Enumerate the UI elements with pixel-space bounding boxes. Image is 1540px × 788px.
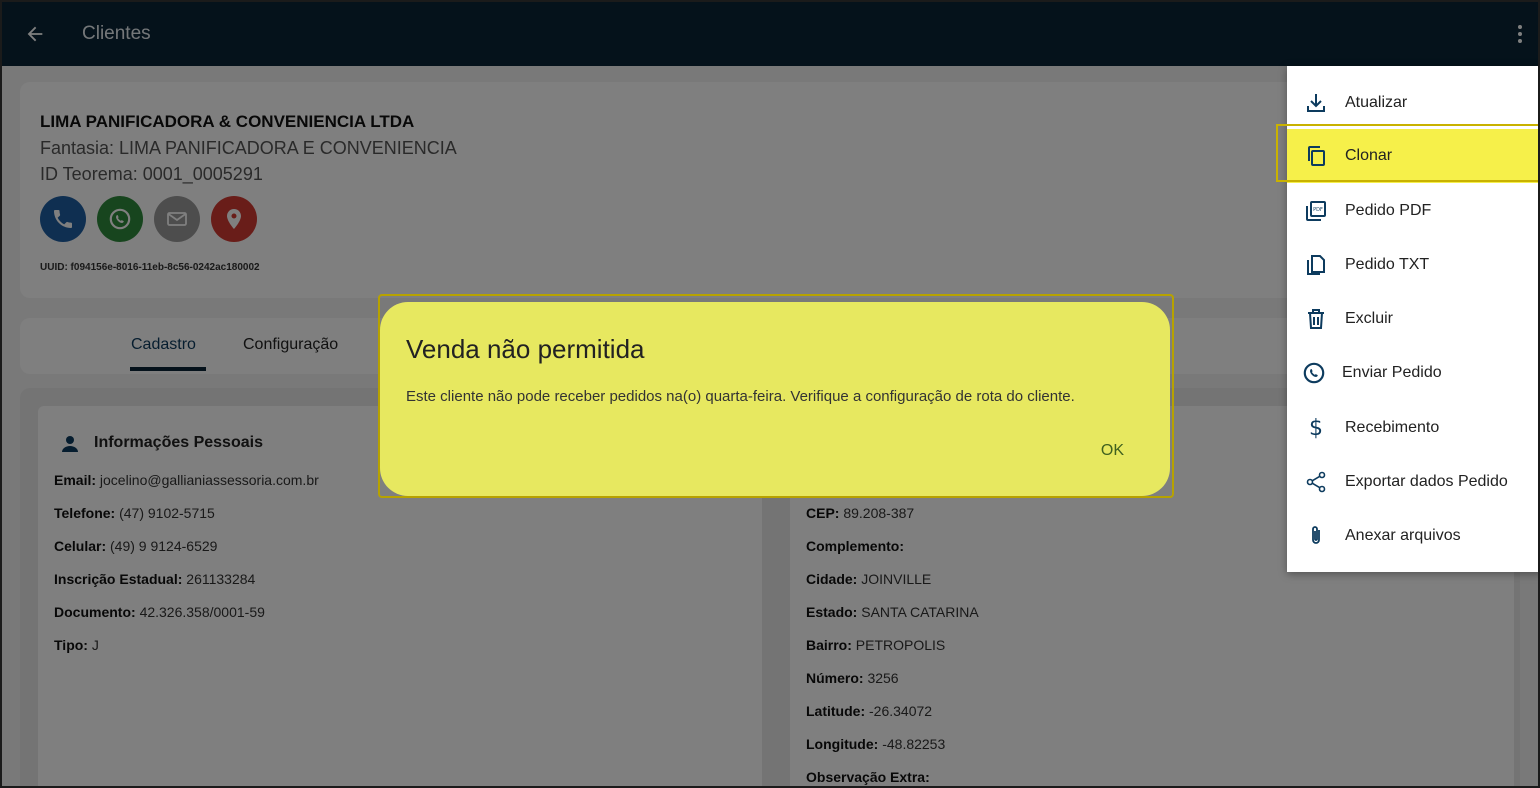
menu-item-label: Exportar dados Pedido <box>1345 473 1508 490</box>
dialog-ok-button[interactable]: OK <box>1101 442 1124 460</box>
menu-item-label: Anexar arquivos <box>1345 527 1461 544</box>
menu-item-label: Pedido PDF <box>1345 202 1432 219</box>
menu-item-label: Excluir <box>1345 310 1394 327</box>
share-icon <box>1306 471 1326 493</box>
menu-item-label: Enviar Pedido <box>1342 364 1442 381</box>
menu-item-exportar-dados[interactable]: Exportar dados Pedido <box>1287 455 1538 509</box>
menu-item-label: Pedido TXT <box>1345 256 1430 273</box>
app-window: Clientes LIMA PANIFICADORA & CONVENIENCI… <box>0 0 1540 788</box>
file-icon <box>1307 255 1325 275</box>
dollar-icon: $ <box>1309 415 1323 441</box>
whatsapp-icon <box>1303 362 1325 384</box>
dialog-message: Este cliente não pode receber pedidos na… <box>406 388 1075 405</box>
menu-item-recebimento[interactable]: $ Recebimento <box>1287 401 1538 455</box>
menu-item-anexar-arquivos[interactable]: Anexar arquivos <box>1287 509 1538 563</box>
menu-item-label: Recebimento <box>1345 419 1440 436</box>
menu-item-enviar-pedido[interactable]: Enviar Pedido <box>1287 346 1538 400</box>
menu-item-label: Atualizar <box>1345 94 1408 111</box>
menu-item-excluir[interactable]: Excluir <box>1287 292 1538 346</box>
download-icon <box>1307 94 1325 112</box>
svg-text:PDF: PDF <box>1313 207 1323 213</box>
menu-highlight-frame <box>1276 124 1538 182</box>
menu-item-pedido-txt[interactable]: Pedido TXT <box>1287 238 1538 292</box>
pdf-icon: PDF <box>1306 201 1326 221</box>
trash-icon <box>1308 309 1324 329</box>
paperclip-icon <box>1312 526 1320 544</box>
alert-dialog: Venda não permitida Este cliente não pod… <box>380 302 1170 496</box>
dialog-title: Venda não permitida <box>406 334 645 364</box>
menu-item-atualizar[interactable]: Atualizar <box>1287 76 1538 130</box>
menu-item-pedido-pdf[interactable]: PDF Pedido PDF <box>1287 184 1538 238</box>
